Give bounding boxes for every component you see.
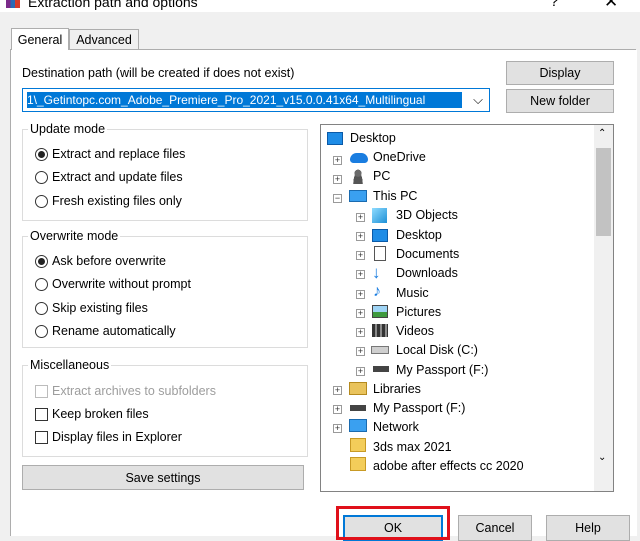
desktop-folder-icon [327, 132, 343, 145]
tree-item-3d-objects[interactable]: 3D Objects [396, 208, 458, 222]
radio-extract-update[interactable] [35, 171, 48, 184]
tab-general[interactable]: General [11, 28, 69, 50]
desktop-folder-icon [372, 229, 388, 242]
tree-item-my-passport[interactable]: My Passport (F:) [396, 363, 488, 377]
display-button[interactable]: Display [506, 61, 614, 85]
checkbox-display-in-explorer[interactable] [35, 431, 48, 444]
tree-item-local-disk[interactable]: Local Disk (C:) [396, 343, 478, 357]
music-note-icon: ♪ [373, 283, 381, 300]
chevron-down-icon[interactable]: ⌵ [468, 90, 488, 110]
scroll-up-icon[interactable]: ⌃ [598, 128, 606, 139]
drive-icon [371, 346, 389, 354]
update-mode-title: Update mode [28, 122, 108, 136]
checkbox-extract-subfolders [35, 385, 48, 398]
expand-icon[interactable]: + [333, 424, 342, 433]
radio-label[interactable]: Extract and replace files [52, 147, 185, 161]
radio-rename-automatically[interactable] [35, 325, 48, 338]
cancel-button[interactable]: Cancel [458, 515, 532, 541]
expand-icon[interactable]: + [356, 251, 365, 260]
expand-icon[interactable]: + [356, 232, 365, 241]
download-arrow-icon: ↓ [372, 263, 381, 282]
checkbox-label[interactable]: Display files in Explorer [52, 430, 182, 444]
tree-item-after-effects[interactable]: adobe after effects cc 2020 [373, 459, 524, 473]
radio-extract-replace[interactable] [35, 148, 48, 161]
ok-highlight-annotation [336, 506, 450, 540]
folder-tree[interactable] [320, 124, 614, 492]
tree-item-onedrive[interactable]: OneDrive [373, 150, 426, 164]
expand-icon[interactable]: + [356, 270, 365, 279]
radio-label[interactable]: Overwrite without prompt [52, 277, 191, 291]
miscellaneous-title: Miscellaneous [28, 358, 112, 372]
tree-item-this-pc[interactable]: This PC [373, 189, 417, 203]
tree-item-libraries[interactable]: Libraries [373, 382, 421, 396]
tree-item-downloads[interactable]: Downloads [396, 266, 458, 280]
tree-scrollbar-thumb[interactable] [596, 148, 611, 236]
radio-label[interactable]: Fresh existing files only [52, 194, 182, 208]
radio-overwrite-without-prompt[interactable] [35, 278, 48, 291]
cloud-icon [350, 153, 368, 163]
radio-label[interactable]: Ask before overwrite [52, 254, 166, 268]
destination-path-value[interactable]: 1\_Getintopc.com_Adobe_Premiere_Pro_2021… [27, 92, 462, 108]
tree-item-music[interactable]: Music [396, 286, 429, 300]
usb-drive-icon [350, 405, 366, 411]
usb-drive-icon [373, 366, 389, 372]
folder-icon [350, 457, 366, 471]
radio-label[interactable]: Extract and update files [52, 170, 183, 184]
tree-item-desktop[interactable]: Desktop [350, 131, 396, 145]
tree-item-3ds-max[interactable]: 3ds max 2021 [373, 440, 452, 454]
expand-icon[interactable]: + [356, 347, 365, 356]
checkbox-keep-broken-files[interactable] [35, 408, 48, 421]
collapse-icon[interactable]: − [333, 194, 342, 203]
radio-label[interactable]: Rename automatically [52, 324, 176, 338]
title-bar: Extraction path and options ? ✕ [0, 0, 640, 12]
tree-item-network[interactable]: Network [373, 420, 419, 434]
save-settings-button[interactable]: Save settings [22, 465, 304, 490]
tab-advanced[interactable]: Advanced [69, 29, 139, 49]
picture-icon [372, 305, 388, 318]
tab-divider [10, 49, 636, 50]
expand-icon[interactable]: + [333, 405, 342, 414]
checkbox-label[interactable]: Keep broken files [52, 407, 149, 421]
tree-item-pc[interactable]: PC [373, 169, 390, 183]
expand-icon[interactable]: + [356, 213, 365, 222]
help-title-button[interactable]: ? [550, 0, 558, 10]
film-icon [372, 324, 388, 337]
radio-fresh-existing[interactable] [35, 195, 48, 208]
expand-icon[interactable]: + [333, 175, 342, 184]
expand-icon[interactable]: + [356, 367, 365, 376]
expand-icon[interactable]: + [333, 386, 342, 395]
new-folder-button[interactable]: New folder [506, 89, 614, 113]
computer-icon [349, 190, 367, 202]
help-button[interactable]: Help [546, 515, 630, 541]
radio-ask-before-overwrite[interactable] [35, 255, 48, 268]
network-icon [349, 419, 367, 432]
expand-icon[interactable]: + [356, 290, 365, 299]
window-title: Extraction path and options [28, 0, 198, 10]
expand-icon[interactable]: + [356, 309, 365, 318]
checkbox-label: Extract archives to subfolders [52, 384, 216, 398]
overwrite-mode-title: Overwrite mode [28, 229, 121, 243]
tree-item-videos[interactable]: Videos [396, 324, 434, 338]
cube-icon [372, 208, 387, 223]
library-icon [349, 382, 367, 395]
destination-path-label: Destination path (will be created if doe… [22, 66, 295, 80]
tree-item-documents[interactable]: Documents [396, 247, 459, 261]
scroll-down-icon[interactable]: ⌄ [598, 452, 606, 463]
radio-skip-existing[interactable] [35, 302, 48, 315]
tree-item-my-passport-2[interactable]: My Passport (F:) [373, 401, 465, 415]
folder-icon [350, 438, 366, 452]
winrar-app-icon [6, 0, 20, 8]
expand-icon[interactable]: + [356, 328, 365, 337]
tree-item-pictures[interactable]: Pictures [396, 305, 441, 319]
expand-icon[interactable]: + [333, 156, 342, 165]
user-icon [352, 169, 364, 184]
close-icon[interactable]: ✕ [604, 0, 618, 12]
document-icon [374, 246, 386, 261]
tree-item-desktop-2[interactable]: Desktop [396, 228, 442, 242]
radio-label[interactable]: Skip existing files [52, 301, 148, 315]
